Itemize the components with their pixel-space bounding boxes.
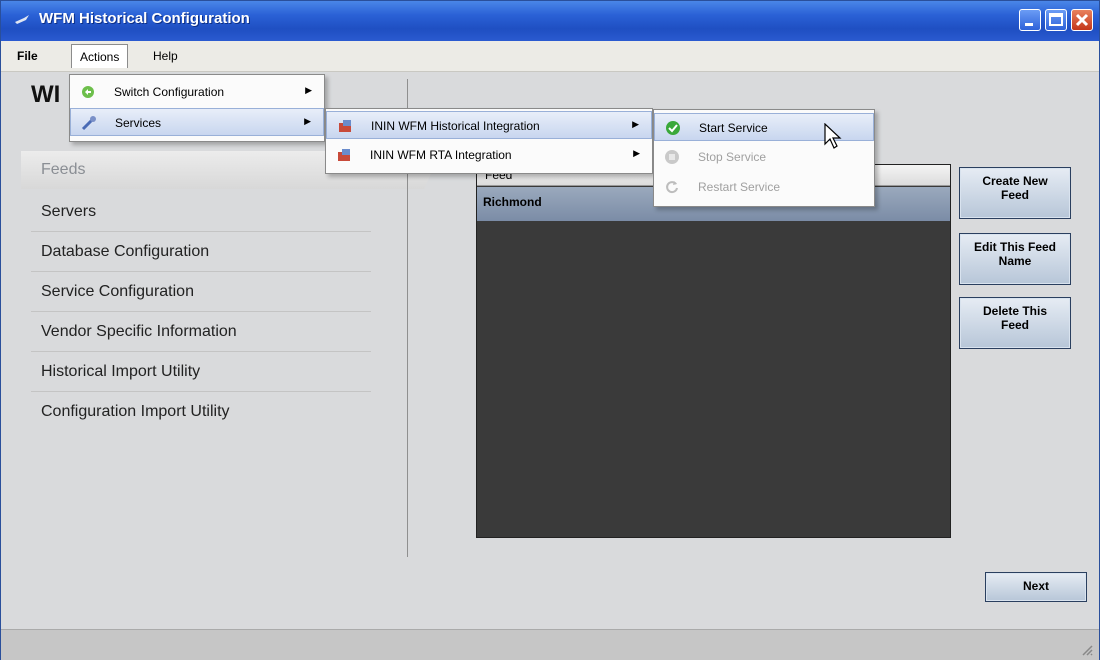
menu-item-restart-service[interactable]: Restart Service — [654, 173, 874, 201]
service-icon — [339, 120, 351, 132]
nav-item-vendor-specific-information[interactable]: Vendor Specific Information — [41, 323, 237, 341]
restart-icon — [666, 181, 678, 194]
nav-item-servers[interactable]: Servers — [41, 203, 96, 221]
resize-grip-icon[interactable] — [1081, 644, 1093, 656]
minimize-button[interactable] — [1019, 9, 1041, 31]
status-bar — [1, 629, 1099, 660]
edit-feed-name-button[interactable]: Edit This Feed Name — [959, 233, 1071, 285]
feed-row-label: Richmond — [483, 195, 542, 209]
stop-icon — [665, 150, 679, 164]
close-button[interactable] — [1071, 9, 1093, 31]
create-new-feed-label-line2: Feed — [1000, 188, 1029, 202]
edit-feed-name-label-line2: Name — [998, 254, 1032, 268]
nav-divider — [31, 311, 371, 312]
mouse-cursor-icon — [824, 123, 842, 149]
edit-feed-name-label-line1: Edit This Feed — [973, 240, 1056, 254]
menu-file[interactable]: File — [9, 46, 46, 66]
menu-bar: File Actions Help — [1, 41, 1099, 72]
nav-divider — [31, 351, 371, 352]
next-button[interactable]: Next — [985, 572, 1087, 602]
menu-item-label: ININ WFM Historical Integration — [371, 119, 540, 133]
menu-item-label: Restart Service — [698, 180, 781, 194]
nav-item-service-configuration[interactable]: Service Configuration — [41, 283, 194, 301]
maximize-button[interactable] — [1045, 9, 1067, 31]
nav-item-configuration-import-utility[interactable]: Configuration Import Utility — [41, 403, 230, 421]
nav-item-feeds[interactable]: Feeds — [41, 161, 85, 179]
menu-item-label: Start Service — [699, 121, 768, 135]
close-icon — [1075, 13, 1089, 27]
app-window: WFM Historical Configuration File Action… — [0, 0, 1100, 660]
menu-actions[interactable]: Actions — [71, 44, 129, 68]
menu-item-switch-configuration[interactable]: Switch Configuration ▶ — [70, 78, 324, 106]
create-new-feed-label-line1: Create New — [982, 174, 1048, 188]
submenu-arrow-icon: ▶ — [305, 85, 312, 95]
minimize-icon — [1025, 23, 1033, 26]
title-bar[interactable]: WFM Historical Configuration — [1, 1, 1099, 41]
menu-item-inin-wfm-historical-integration[interactable]: ININ WFM Historical Integration ▶ — [326, 111, 652, 139]
create-new-feed-button[interactable]: Create New Feed — [959, 167, 1071, 219]
nav-item-historical-import-utility[interactable]: Historical Import Utility — [41, 363, 200, 381]
nav-item-database-configuration[interactable]: Database Configuration — [41, 243, 209, 261]
services-submenu: ININ WFM Historical Integration ▶ ININ W… — [325, 108, 653, 174]
window-title: WFM Historical Configuration — [39, 10, 250, 27]
start-check-icon — [666, 121, 680, 135]
maximize-icon — [1049, 13, 1063, 26]
menu-item-label: Switch Configuration — [114, 85, 225, 99]
menu-item-label: Services — [115, 116, 162, 130]
nav-divider — [31, 391, 371, 392]
nav-divider — [31, 231, 371, 232]
menu-item-inin-wfm-rta-integration[interactable]: ININ WFM RTA Integration ▶ — [326, 141, 652, 169]
menu-item-services[interactable]: Services ▶ — [70, 108, 324, 136]
submenu-arrow-icon: ▶ — [632, 119, 639, 129]
switch-config-icon — [82, 86, 94, 98]
service-icon — [338, 149, 350, 161]
menu-item-label: Stop Service — [698, 150, 767, 164]
feed-list[interactable]: Feed Richmond — [476, 164, 951, 538]
panel-title: WI — [31, 81, 61, 108]
submenu-arrow-icon: ▶ — [633, 148, 640, 158]
menu-help[interactable]: Help — [145, 46, 186, 66]
delete-feed-label-line2: Feed — [1000, 318, 1029, 332]
app-icon — [15, 15, 29, 24]
delete-feed-button[interactable]: Delete This Feed — [959, 297, 1071, 349]
nav-divider — [31, 271, 371, 272]
actions-menu: Switch Configuration ▶ Services ▶ — [69, 74, 325, 142]
menu-item-label: ININ WFM RTA Integration — [370, 148, 512, 162]
submenu-arrow-icon: ▶ — [304, 116, 311, 126]
services-icon — [81, 116, 96, 131]
delete-feed-label-line1: Delete This — [982, 304, 1048, 318]
